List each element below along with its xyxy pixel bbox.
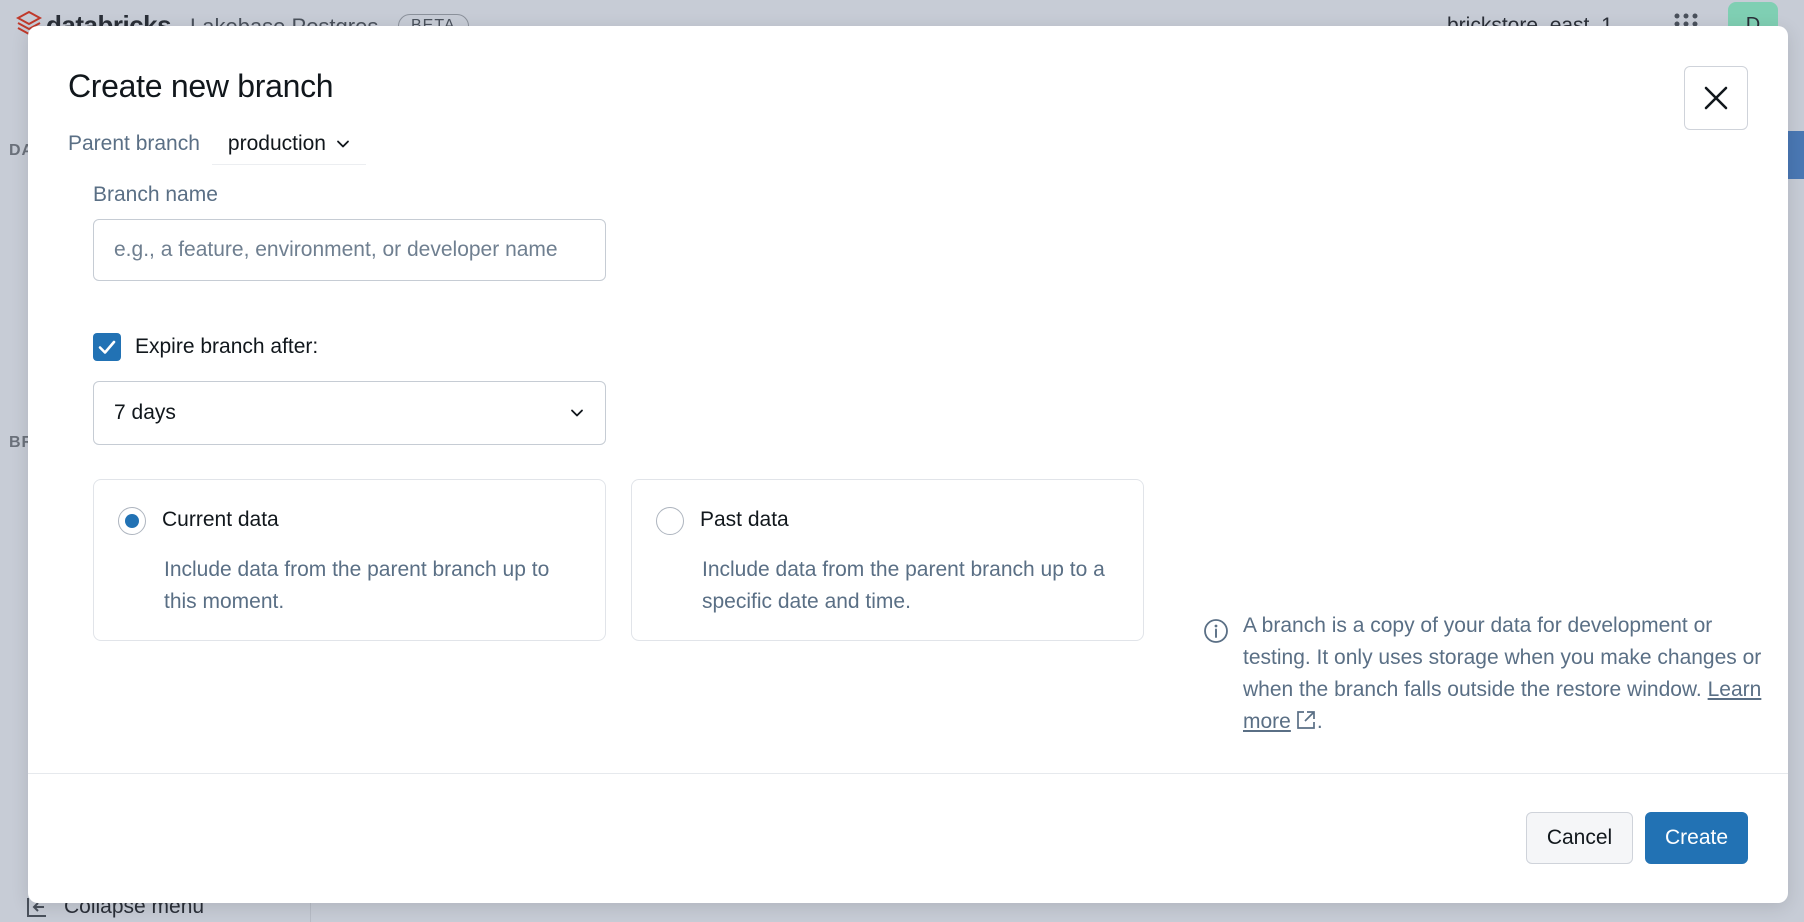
expire-duration-value: 7 days xyxy=(114,401,176,424)
current-data-option[interactable]: Current data Include data from the paren… xyxy=(93,479,606,641)
current-data-description: Include data from the parent branch up t… xyxy=(164,558,550,613)
info-text: A branch is a copy of your data for deve… xyxy=(1243,610,1763,738)
create-branch-dialog: Create new branch Parent branch producti… xyxy=(28,26,1788,903)
expire-duration-select[interactable]: 7 days xyxy=(93,381,606,445)
expire-branch-label: Expire branch after: xyxy=(135,335,319,358)
expire-branch-checkbox[interactable] xyxy=(93,333,121,361)
branch-name-input[interactable] xyxy=(93,219,606,281)
past-data-title: Past data xyxy=(700,508,789,531)
info-suffix: . xyxy=(1316,710,1323,733)
check-icon xyxy=(98,340,116,354)
past-data-description: Include data from the parent branch up t… xyxy=(702,558,1105,613)
current-data-radio[interactable] xyxy=(118,507,146,535)
create-button[interactable]: Create xyxy=(1645,812,1748,864)
cancel-button[interactable]: Cancel xyxy=(1526,812,1633,864)
parent-branch-row: Parent branch production xyxy=(68,124,366,165)
close-icon xyxy=(1704,86,1728,110)
current-data-title: Current data xyxy=(162,508,279,531)
info-icon xyxy=(1204,619,1228,643)
parent-branch-select[interactable]: production xyxy=(211,124,366,165)
close-button[interactable] xyxy=(1684,66,1748,130)
dialog-title: Create new branch xyxy=(68,68,334,104)
info-description: A branch is a copy of your data for deve… xyxy=(1243,614,1762,701)
chevron-down-icon xyxy=(571,409,583,417)
past-data-option[interactable]: Past data Include data from the parent b… xyxy=(631,479,1144,641)
footer-divider xyxy=(28,773,1788,774)
branch-info: A branch is a copy of your data for deve… xyxy=(1203,610,1763,738)
expire-branch-row: Expire branch after: xyxy=(93,333,318,361)
external-link-icon[interactable] xyxy=(1295,709,1317,731)
parent-branch-label: Parent branch xyxy=(68,132,200,155)
parent-branch-value: production xyxy=(227,131,326,155)
past-data-radio[interactable] xyxy=(656,507,684,535)
chevron-down-icon xyxy=(337,140,349,147)
branch-name-label: Branch name xyxy=(93,183,218,206)
